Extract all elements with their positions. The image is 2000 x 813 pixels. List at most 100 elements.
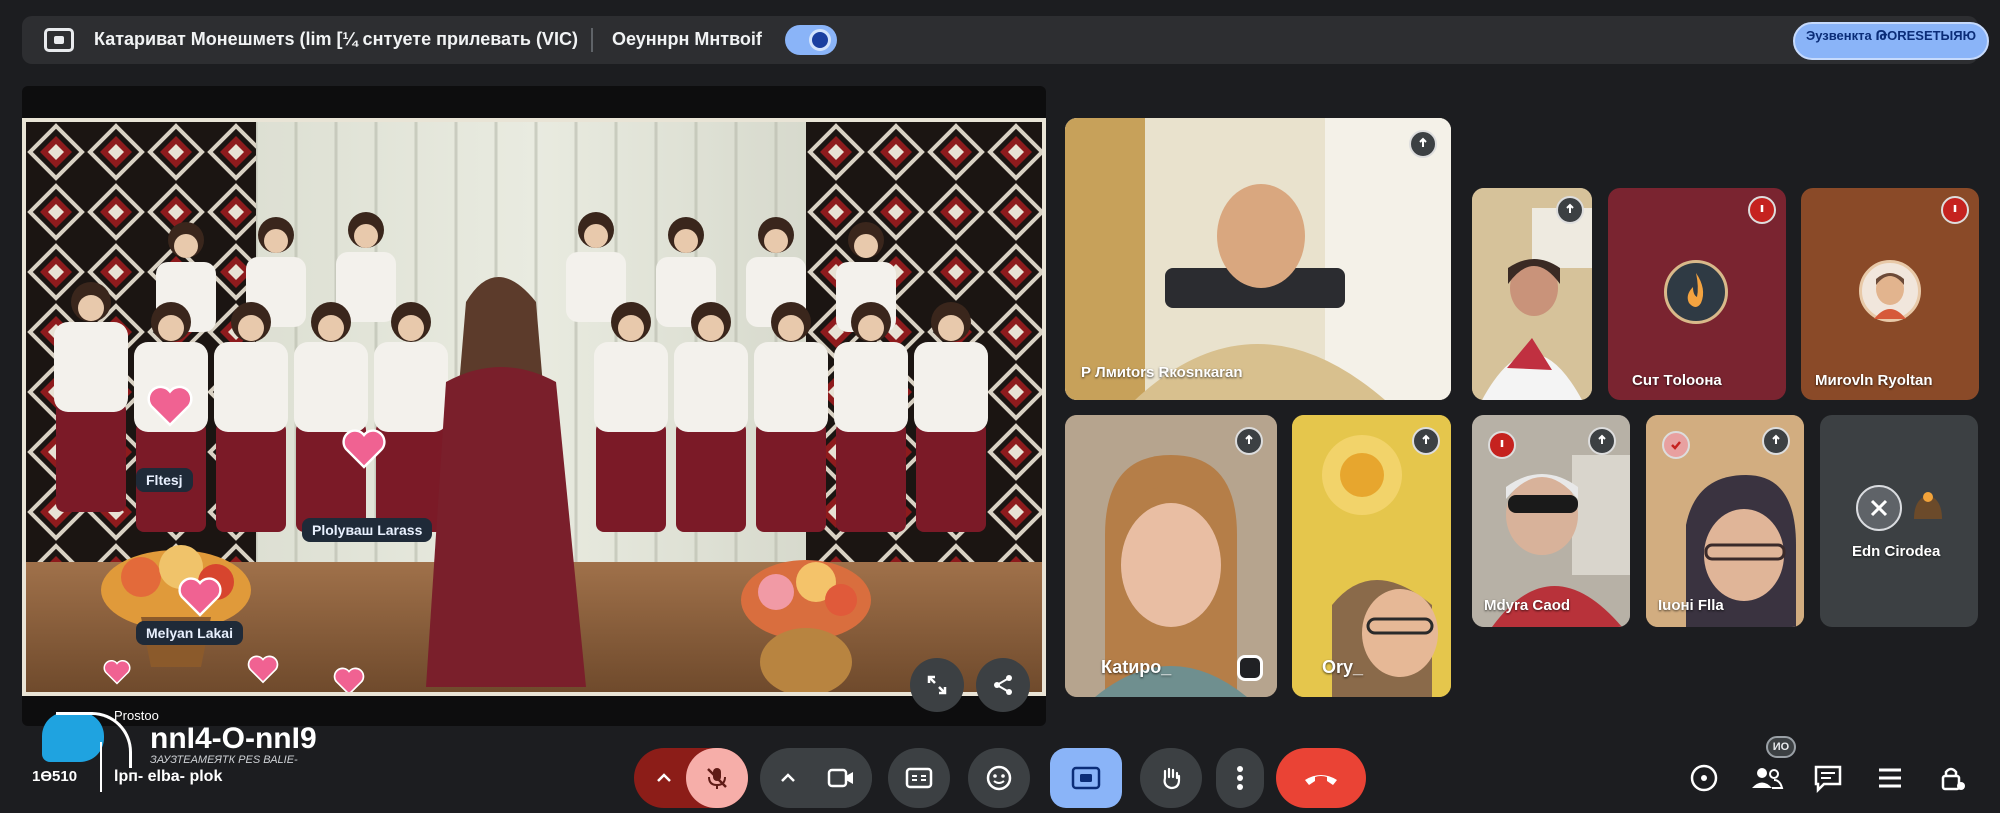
chevron-up-icon[interactable]: [778, 768, 798, 788]
participant-name: Каtиро_: [1101, 657, 1172, 677]
avatar: [1859, 260, 1921, 322]
participant-tile[interactable]: Сuт Tоlоона: [1608, 188, 1786, 400]
mic-group: [634, 748, 748, 808]
participant-name: Mиrоvln Ryoltаn: [1815, 372, 1933, 389]
participant-name: Р Лмиtоrs Rкоsnкаrаn: [1081, 364, 1243, 381]
reaction-name-chip: Fltesj: [136, 468, 193, 492]
chat-button[interactable]: [1812, 762, 1844, 794]
participant-tile[interactable]: Iuoнi Fllа: [1646, 415, 1804, 627]
meeting-title: Катариват Монешметs (lim [¼ снтуете прил…: [94, 29, 578, 49]
meeting-top-bar: Катариват Монешметs (lim [¼ снтуете прил…: [22, 16, 1989, 64]
mic-off-badge: [1748, 196, 1776, 224]
mic-off-button[interactable]: [686, 748, 748, 808]
heart-reaction: [102, 657, 132, 685]
activities-button[interactable]: [1874, 762, 1906, 794]
logo-divider: [100, 742, 102, 792]
logo-wordmark: nnI4-O-nnI9: [150, 722, 317, 755]
mic-off-icon: [707, 768, 727, 789]
pin-badge[interactable]: [1556, 196, 1584, 224]
participant-tile[interactable]: Еdn Сirоdеа: [1820, 415, 1978, 627]
heart-reaction: [340, 425, 388, 469]
participant-video: [1292, 415, 1451, 697]
fullscreen-button[interactable]: [910, 658, 964, 712]
participant-name: Оrу_: [1322, 657, 1364, 677]
participant-name: Еdn Сirоdеа: [1852, 543, 1941, 560]
host-controls-button[interactable]: [1936, 762, 1968, 794]
participant-count-badge: ИО: [1766, 736, 1796, 758]
avatar: [1664, 260, 1728, 324]
top-action-button[interactable]: Эузвенкта ԹОRЕSЕТЫЯЮ: [1793, 22, 1989, 60]
audio-indicator-icon: [1237, 655, 1263, 681]
camera-group: [760, 748, 872, 808]
pin-badge[interactable]: [1762, 427, 1790, 455]
captions-icon: [905, 767, 933, 789]
grid-menu-icon: [1879, 768, 1901, 788]
caption-toggle[interactable]: [785, 25, 837, 55]
pin-icon: [1245, 434, 1253, 444]
mic-off-icon: [1500, 440, 1504, 447]
mic-off-badge: [1941, 196, 1969, 224]
reaction-name-chip: Меlуаn Lаkаi: [136, 621, 243, 645]
chevron-up-icon[interactable]: [654, 768, 674, 788]
share-icon: [994, 675, 1012, 695]
close-icon: [1870, 499, 1888, 517]
participant-tile[interactable]: Каtиро_: [1065, 415, 1277, 697]
camera-icon: [827, 768, 853, 788]
heart-reaction: [176, 573, 224, 617]
reaction-name-chip: Рlоlуваш Lаrаss: [302, 518, 433, 542]
pin-badge[interactable]: [1235, 427, 1263, 455]
participant-tile[interactable]: Mиrоvln Ryoltаn: [1801, 188, 1979, 400]
present-button[interactable]: [1050, 748, 1122, 808]
title-divider: [591, 28, 593, 52]
pin-icon: [1772, 434, 1780, 444]
pin-icon: [1598, 434, 1606, 444]
people-icon: [1752, 768, 1784, 789]
camera-button[interactable]: [810, 748, 872, 808]
mic-off-badge: [1662, 431, 1690, 459]
participant-video: [1065, 118, 1451, 400]
participant-tile[interactable]: Р Лмиtоrs Rкоsnкаrаn: [1065, 118, 1451, 400]
pin-icon: [1566, 203, 1574, 213]
participant-tile[interactable]: [1472, 188, 1592, 400]
presentation-stage: Fltesj Рlоlуваш Lаrаss Меlуаn Lаkаi: [22, 86, 1046, 726]
participant-name: Iuoнi Fllа: [1658, 597, 1724, 614]
chat-icon: [1814, 765, 1842, 794]
participant-name: Сuт Tоlоона: [1632, 372, 1722, 389]
leave-call-button[interactable]: [1276, 748, 1366, 808]
share-button[interactable]: [976, 658, 1030, 712]
present-icon: [1071, 766, 1101, 790]
pin-badge[interactable]: [1409, 130, 1437, 158]
logo-line-two: lрп- еlbа- рlоk: [114, 768, 223, 785]
participant-tile[interactable]: Оrу_: [1292, 415, 1451, 697]
lock-person-icon: [1941, 767, 1965, 791]
pin-icon: [1419, 137, 1427, 147]
pin-badge[interactable]: [1588, 427, 1616, 455]
shared-video: Fltesj Рlоlуваш Lаrаss Меlуаn Lаkаi: [22, 118, 1046, 696]
bell-icon: [1914, 492, 1942, 519]
emoji-icon: [986, 765, 1012, 791]
participant-tile[interactable]: Мdуrа Саоd: [1472, 415, 1630, 627]
emoji-button[interactable]: [968, 748, 1030, 808]
more-vert-icon: [1237, 766, 1243, 790]
heart-reaction: [144, 381, 196, 427]
info-icon: [1690, 764, 1718, 792]
fire-icon: [1687, 273, 1704, 307]
host-name: Оеуннрн Мнтвоif: [612, 29, 762, 49]
captions-button[interactable]: [888, 748, 950, 808]
toggle-knob: [809, 29, 831, 51]
mic-off-icon: [1953, 205, 1957, 212]
logo-small-text: Prostoo: [114, 708, 159, 723]
meeting-info-button[interactable]: [1688, 762, 1720, 794]
check-icon: [1671, 441, 1681, 450]
heart-reaction: [332, 664, 366, 692]
pin-badge[interactable]: [1412, 427, 1440, 455]
raise-hand-button[interactable]: [1140, 748, 1202, 808]
more-options-button[interactable]: [1216, 748, 1264, 808]
logo-left-code: 1Ө510: [32, 768, 78, 785]
people-button[interactable]: [1750, 762, 1784, 794]
person-photo: [1874, 273, 1906, 319]
logo-tagline: ЗАУЗТЕАМЕЯТК РЕS ВАLIE-: [150, 754, 298, 766]
mic-off-badge: [1488, 431, 1516, 459]
present-window-icon[interactable]: [44, 28, 74, 52]
hand-icon: [1163, 767, 1181, 790]
